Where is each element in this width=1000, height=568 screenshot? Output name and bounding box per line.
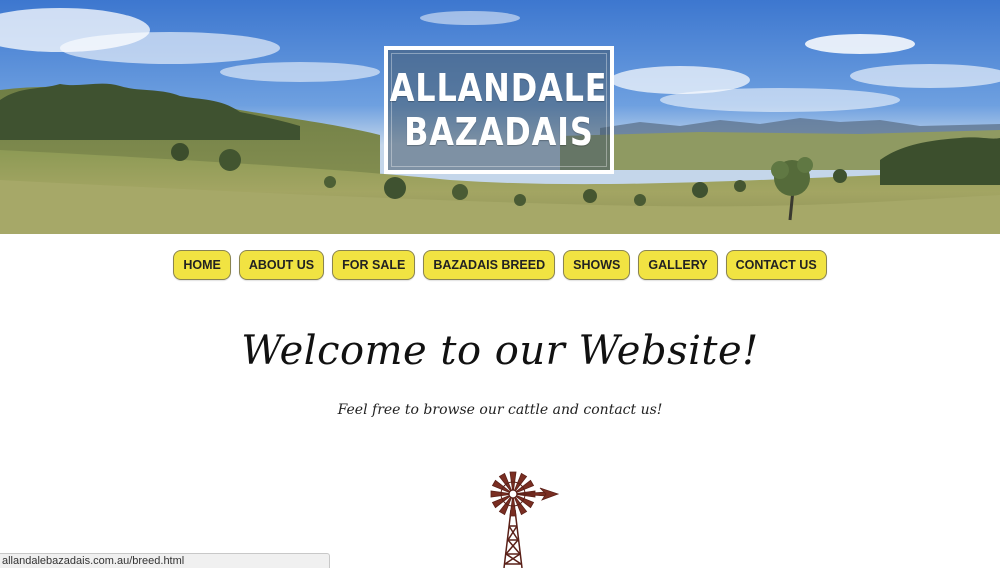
browser-status-bar: allandalebazadais.com.au/breed.html	[0, 553, 330, 568]
logo-line-2: BAZADAIS	[404, 110, 594, 154]
site-logo[interactable]: ALLANDALE BAZADAIS	[384, 46, 614, 174]
nav-contact-us-button[interactable]: CONTACT US	[725, 250, 827, 280]
logo-line-1: ALLANDALE	[390, 66, 608, 110]
page: ALLANDALE BAZADAIS HOME ABOUT US FOR SAL…	[0, 0, 1000, 568]
main-nav: HOME ABOUT US FOR SALE BAZADAIS BREED SH…	[0, 250, 1000, 282]
header-banner: ALLANDALE BAZADAIS	[0, 0, 1000, 234]
nav-shows-button[interactable]: SHOWS	[563, 250, 631, 280]
nav-home-button[interactable]: HOME	[173, 250, 231, 280]
welcome-heading: Welcome to our Website!	[241, 328, 759, 374]
nav-for-sale-button[interactable]: FOR SALE	[332, 250, 416, 280]
nav-gallery-button[interactable]: GALLERY	[638, 250, 718, 280]
welcome-subheading: Feel free to browse our cattle and conta…	[337, 402, 663, 418]
nav-bazadais-breed-button[interactable]: BAZADAIS BREED	[423, 250, 556, 280]
nav-about-us-button[interactable]: ABOUT US	[238, 250, 325, 280]
windmill-icon	[480, 468, 562, 568]
